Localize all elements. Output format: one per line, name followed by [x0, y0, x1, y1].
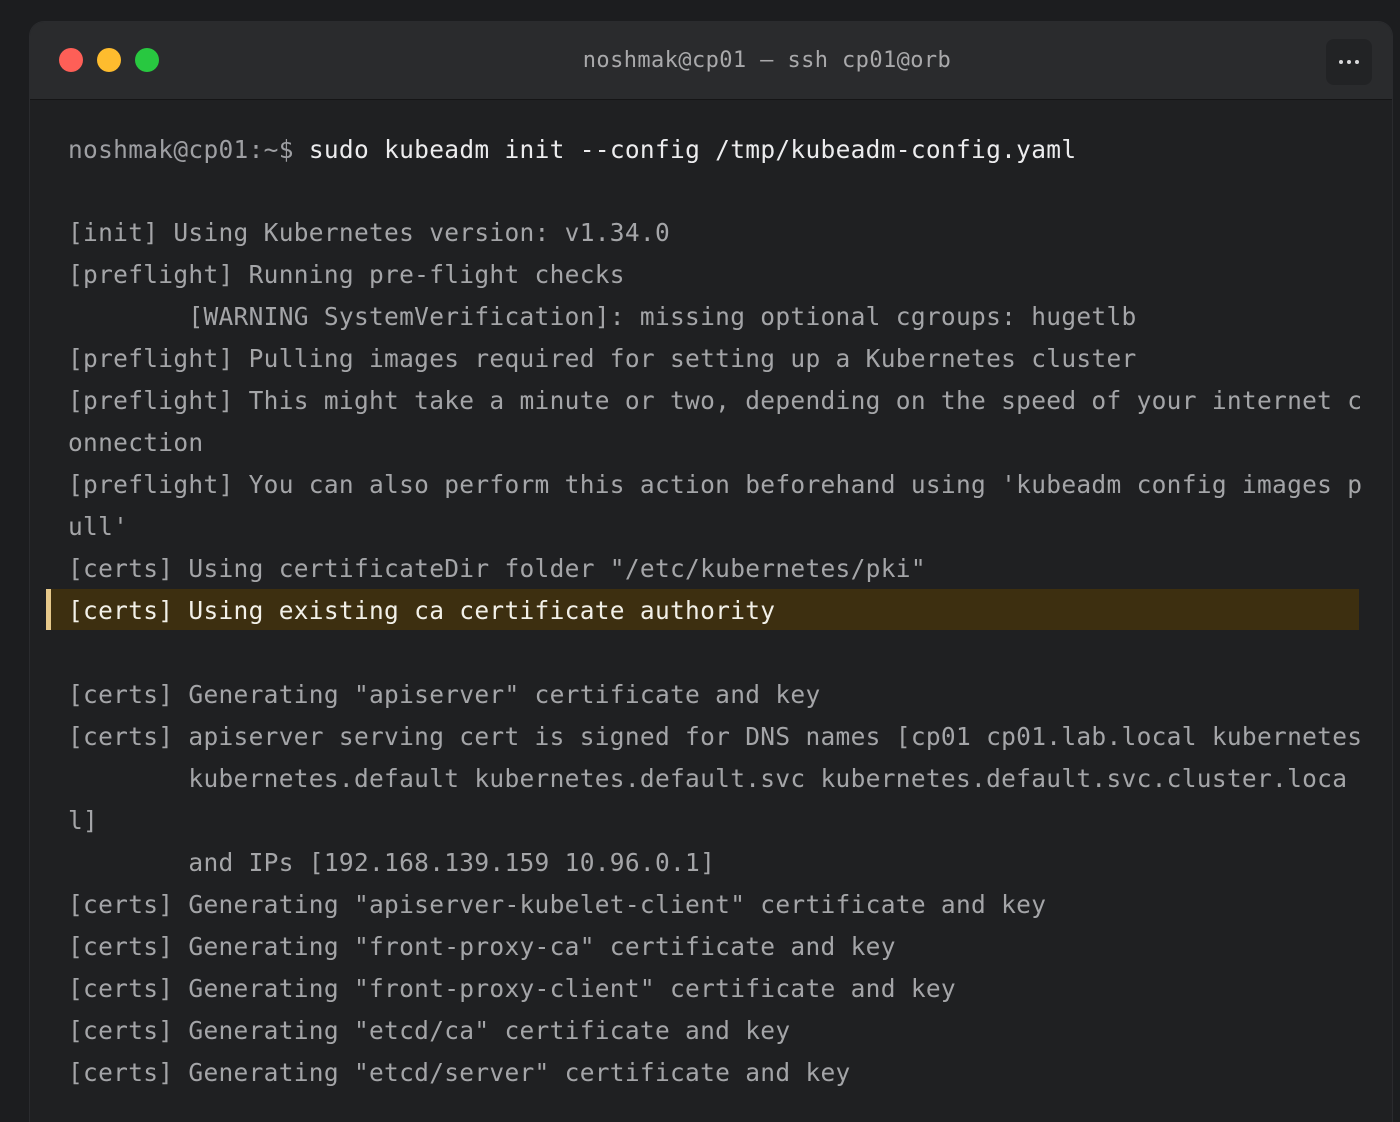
output-line: [preflight] Pulling images required for … [68, 344, 1137, 373]
window-title: noshmak@cp01 — ssh cp01@orb [582, 48, 952, 73]
output-line: [certs] Generating "etcd/server" certifi… [68, 1058, 851, 1087]
output-line: [certs] Generating "apiserver" certifica… [68, 680, 821, 709]
command-line: noshmak@cp01:~$ sudo kubeadm init --conf… [68, 129, 1076, 171]
output-line: [preflight] This might take a minute or … [68, 386, 1363, 415]
highlighted-output-line: [certs] Using existing ca certificate au… [68, 596, 776, 625]
command-text: sudo kubeadm init --config /tmp/kubeadm-… [308, 135, 1077, 164]
more-options-button[interactable] [1326, 39, 1372, 85]
output-line: [certs] apiserver serving cert is signed… [68, 722, 1363, 751]
output-line: kubernetes.default kubernetes.default.sv… [68, 764, 1348, 793]
output-line: onnection [68, 428, 204, 457]
output-line: [certs] Generating "front-proxy-ca" cert… [68, 932, 896, 961]
shell-prompt: noshmak@cp01:~$ [68, 135, 309, 164]
output-line: [certs] Using certificateDir folder "/et… [68, 554, 926, 583]
output-line: [certs] Generating "front-proxy-client" … [68, 974, 956, 1003]
title-bar: noshmak@cp01 — ssh cp01@orb [30, 22, 1392, 100]
output-line: [WARNING SystemVerification]: missing op… [68, 302, 1137, 331]
output-line: [preflight] You can also perform this ac… [68, 470, 1363, 499]
output-line: ull' [68, 512, 129, 541]
output-line: [certs] Generating "apiserver-kubelet-cl… [68, 890, 1047, 919]
terminal-window: noshmak@cp01 — ssh cp01@orb noshmak@cp01… [30, 22, 1392, 1122]
ellipsis-icon [1339, 60, 1343, 64]
output-line: [preflight] Running pre-flight checks [68, 260, 625, 289]
output-line: [init] Using Kubernetes version: v1.34.0 [68, 218, 671, 247]
output-line: and IPs [192.168.139.159 10.96.0.1] [68, 848, 716, 877]
output-line: [certs] Generating "etcd/ca" certificate… [68, 1016, 791, 1045]
output-line: l] [68, 806, 99, 835]
